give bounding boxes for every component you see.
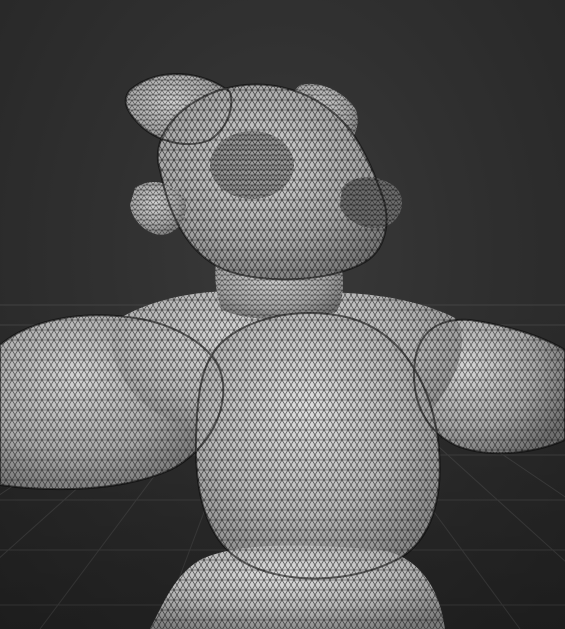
head[interactable]	[125, 73, 402, 280]
viewport-canvas[interactable]	[0, 0, 565, 629]
3d-viewport[interactable]	[0, 0, 565, 629]
